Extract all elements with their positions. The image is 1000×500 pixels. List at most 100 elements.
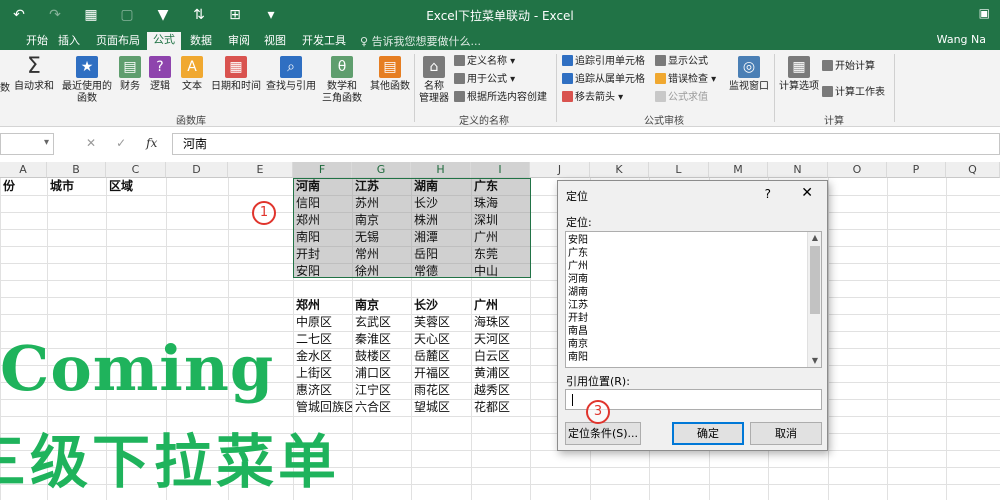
- column-header[interactable]: M: [709, 162, 768, 178]
- list-item[interactable]: 安阳: [568, 234, 588, 247]
- cell[interactable]: 常州: [352, 246, 411, 263]
- cell[interactable]: 常德: [411, 263, 471, 280]
- list-item[interactable]: 广州: [568, 260, 588, 273]
- calculate-now-button[interactable]: 开始计算: [822, 60, 875, 73]
- tab-insert[interactable]: 插入: [52, 33, 86, 50]
- tab-home[interactable]: 开始: [20, 33, 54, 50]
- scroll-down-icon[interactable]: ▼: [808, 355, 822, 367]
- tab-view[interactable]: 视图: [258, 33, 292, 50]
- cell[interactable]: 深圳: [471, 212, 530, 229]
- column-header[interactable]: G: [352, 162, 411, 178]
- define-name-button[interactable]: 定义名称 ▾: [454, 55, 515, 68]
- cell[interactable]: 鼓楼区: [352, 348, 411, 365]
- datetime-button[interactable]: ▦ 日期和时间: [208, 54, 264, 93]
- cell[interactable]: 广州: [471, 297, 530, 314]
- tab-developer[interactable]: 开发工具: [296, 33, 352, 50]
- column-header[interactable]: F: [293, 162, 352, 178]
- cell[interactable]: 广东: [471, 178, 530, 195]
- cell[interactable]: 花都区: [471, 399, 530, 416]
- name-manager-button[interactable]: ⌂ 名称 管理器: [414, 54, 454, 105]
- cell[interactable]: 上街区: [293, 365, 352, 382]
- tab-data[interactable]: 数据: [184, 33, 218, 50]
- show-formulas-button[interactable]: 显示公式: [655, 55, 708, 68]
- lookup-button[interactable]: ⌕ 查找与引用: [264, 54, 318, 93]
- list-item[interactable]: 南阳: [568, 351, 588, 364]
- more-functions-button[interactable]: ▤ 其他函数: [368, 54, 412, 93]
- cell[interactable]: 白云区: [471, 348, 530, 365]
- cell[interactable]: 份: [0, 178, 47, 195]
- list-item[interactable]: 南京: [568, 338, 588, 351]
- cell[interactable]: 管城回族区: [293, 399, 352, 416]
- cell[interactable]: 江苏: [352, 178, 411, 195]
- cell[interactable]: 雨花区: [411, 382, 471, 399]
- close-icon[interactable]: ✕: [801, 185, 813, 201]
- cell[interactable]: 长沙: [411, 297, 471, 314]
- partial-button-label[interactable]: 数: [0, 82, 10, 95]
- insert-function-icon[interactable]: fx: [146, 136, 157, 150]
- cell[interactable]: 岳麓区: [411, 348, 471, 365]
- watch-window-button[interactable]: ◎ 监视窗口: [726, 54, 772, 93]
- cancel-button[interactable]: 取消: [750, 422, 822, 445]
- column-header[interactable]: Q: [946, 162, 1000, 178]
- column-header[interactable]: L: [649, 162, 709, 178]
- cell[interactable]: 湖南: [411, 178, 471, 195]
- cell[interactable]: 六合区: [352, 399, 411, 416]
- cell[interactable]: 苏州: [352, 195, 411, 212]
- list-item[interactable]: 河南: [568, 273, 588, 286]
- cell[interactable]: 安阳: [293, 263, 352, 280]
- cell[interactable]: 广州: [471, 229, 530, 246]
- trace-precedents-button[interactable]: 追踪引用单元格: [562, 55, 645, 68]
- cell[interactable]: 二七区: [293, 331, 352, 348]
- recent-functions-button[interactable]: ★ 最近使用的 函数: [60, 54, 114, 105]
- scroll-up-icon[interactable]: ▲: [808, 232, 822, 244]
- listbox-scrollbar[interactable]: ▲ ▼: [807, 232, 821, 367]
- cell[interactable]: 南京: [352, 297, 411, 314]
- tab-formulas[interactable]: 公式: [147, 32, 181, 50]
- cell[interactable]: 天心区: [411, 331, 471, 348]
- cell[interactable]: 秦淮区: [352, 331, 411, 348]
- scroll-thumb[interactable]: [810, 246, 820, 314]
- error-checking-button[interactable]: 错误检查 ▾: [655, 73, 716, 86]
- cell[interactable]: 天河区: [471, 331, 530, 348]
- cell[interactable]: 郑州: [293, 297, 352, 314]
- trace-dependents-button[interactable]: 追踪从属单元格: [562, 73, 645, 86]
- enter-icon[interactable]: ✓: [116, 136, 126, 150]
- evaluate-formula-button[interactable]: 公式求值: [655, 91, 708, 104]
- cell[interactable]: 徐州: [352, 263, 411, 280]
- cell[interactable]: 南阳: [293, 229, 352, 246]
- column-header[interactable]: I: [471, 162, 530, 178]
- cell[interactable]: 玄武区: [352, 314, 411, 331]
- cell[interactable]: 珠海: [471, 195, 530, 212]
- cell[interactable]: 湘潭: [411, 229, 471, 246]
- cell[interactable]: 长沙: [411, 195, 471, 212]
- column-header[interactable]: H: [411, 162, 471, 178]
- cell[interactable]: 东莞: [471, 246, 530, 263]
- cell[interactable]: 开福区: [411, 365, 471, 382]
- tab-review[interactable]: 审阅: [222, 33, 256, 50]
- create-from-selection-button[interactable]: 根据所选内容创建: [454, 91, 547, 104]
- calc-options-button[interactable]: ▦ 计算选项: [776, 54, 822, 93]
- column-header[interactable]: A: [0, 162, 47, 178]
- ribbon-display-options-icon[interactable]: ▣: [979, 6, 990, 20]
- cancel-icon[interactable]: ✕: [86, 136, 96, 150]
- cell[interactable]: 海珠区: [471, 314, 530, 331]
- formula-input[interactable]: 河南: [172, 133, 1000, 155]
- cell[interactable]: 金水区: [293, 348, 352, 365]
- column-header[interactable]: N: [768, 162, 828, 178]
- cell[interactable]: 惠济区: [293, 382, 352, 399]
- list-item[interactable]: 广东: [568, 247, 588, 260]
- math-trig-button[interactable]: θ 数学和 三角函数: [320, 54, 364, 105]
- calculate-sheet-button[interactable]: 计算工作表: [822, 86, 885, 99]
- goto-listbox[interactable]: ▲ ▼ 安阳 广东 广州 河南 湖南 江苏 开封 南昌 南京 南阳: [565, 231, 822, 368]
- tab-page-layout[interactable]: 页面布局: [90, 33, 146, 50]
- cell[interactable]: 芙蓉区: [411, 314, 471, 331]
- remove-arrows-button[interactable]: 移去箭头 ▾: [562, 91, 623, 104]
- column-header[interactable]: D: [166, 162, 228, 178]
- cell[interactable]: 开封: [293, 246, 352, 263]
- cell[interactable]: 信阳: [293, 195, 352, 212]
- cell[interactable]: 越秀区: [471, 382, 530, 399]
- list-item[interactable]: 南昌: [568, 325, 588, 338]
- list-item[interactable]: 湖南: [568, 286, 588, 299]
- cell[interactable]: 中山: [471, 263, 530, 280]
- column-header[interactable]: B: [47, 162, 106, 178]
